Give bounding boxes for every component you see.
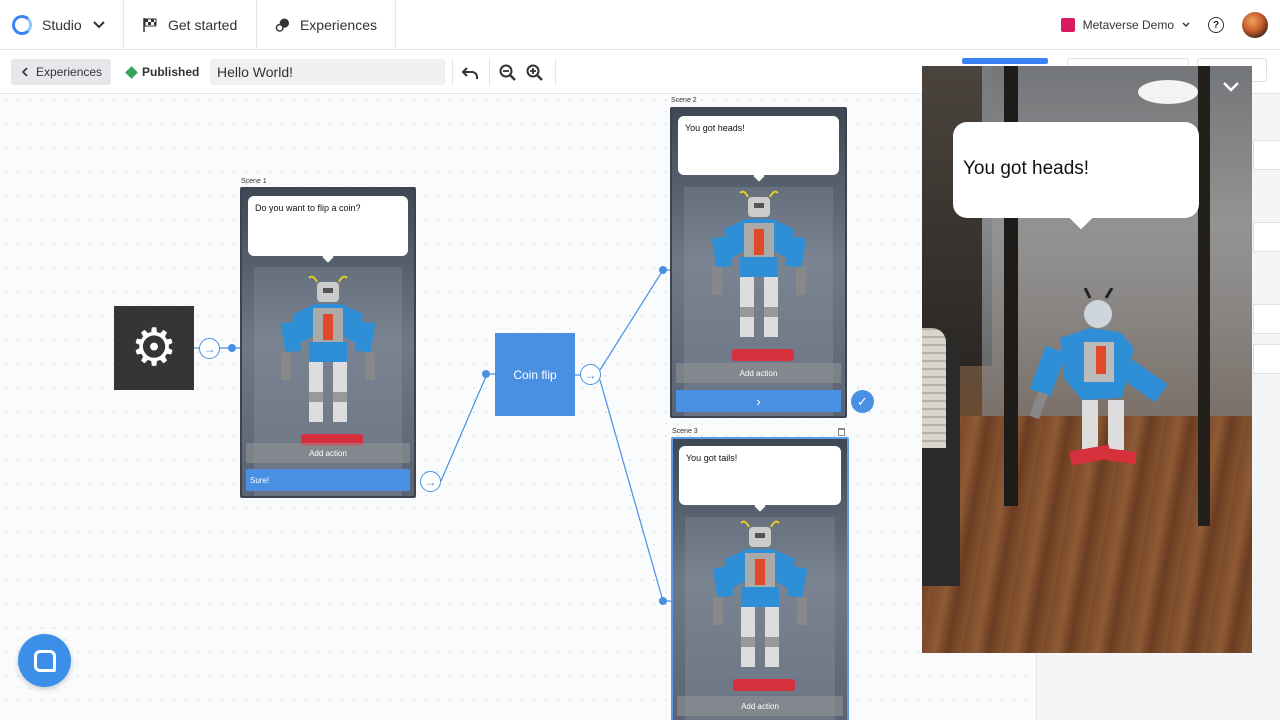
scene1-label: Scene 1 bbox=[241, 178, 267, 185]
nav-experiences[interactable]: Experiences bbox=[257, 0, 396, 50]
published-status-icon bbox=[125, 65, 138, 79]
zoom-out-icon bbox=[499, 64, 516, 81]
scene2-next-button[interactable]: › bbox=[676, 390, 841, 412]
zoom-in-icon bbox=[526, 64, 543, 81]
flow-canvas[interactable]: ⚙ → Scene 1 Do you want to flip a coin? … bbox=[0, 94, 1036, 720]
zoom-out-button[interactable] bbox=[498, 63, 518, 83]
properties-field[interactable] bbox=[1253, 222, 1280, 252]
chevron-left-icon bbox=[21, 67, 28, 77]
chat-icon bbox=[33, 649, 56, 672]
top-nav: Studio Get started Experiences Metaverse… bbox=[0, 0, 1280, 50]
undo-button[interactable] bbox=[460, 63, 480, 83]
scene2-label: Scene 2 bbox=[671, 97, 697, 104]
preview-ceiling-lamp bbox=[1138, 80, 1198, 104]
scene3-node[interactable]: You got tails! Add action bbox=[671, 437, 849, 720]
robot-character bbox=[711, 190, 806, 361]
preview-person-shirt bbox=[922, 328, 946, 448]
ar-robot-character bbox=[1030, 288, 1168, 466]
get-started-label: Get started bbox=[168, 16, 238, 33]
start-trigger-node[interactable]: ⚙ bbox=[114, 306, 194, 390]
robot-character bbox=[712, 520, 808, 691]
collapse-preview-icon[interactable] bbox=[1220, 76, 1242, 98]
studio-label: Studio bbox=[42, 16, 82, 33]
scene2-input-dot[interactable] bbox=[659, 266, 667, 274]
workspace-selector[interactable]: Metaverse Demo bbox=[1060, 18, 1190, 32]
gear-icon: ⚙ bbox=[130, 319, 178, 377]
ar-speech-bubble: You got heads! bbox=[953, 122, 1199, 218]
ar-preview-panel: You got heads! bbox=[922, 66, 1252, 653]
toolbar-divider bbox=[555, 58, 556, 86]
properties-field[interactable] bbox=[1253, 344, 1280, 374]
robot-character bbox=[280, 275, 376, 446]
undo-icon bbox=[461, 67, 478, 79]
workspace-name: Metaverse Demo bbox=[1082, 18, 1174, 32]
chevron-down-icon bbox=[93, 20, 105, 28]
chevron-down-icon bbox=[1182, 22, 1190, 27]
experiences-label: Experiences bbox=[299, 16, 377, 33]
workspace-color-swatch bbox=[1060, 18, 1075, 32]
publish-status-label: Published bbox=[142, 65, 200, 79]
avatar[interactable] bbox=[1242, 12, 1268, 38]
wire bbox=[599, 269, 671, 371]
zoom-in-button[interactable] bbox=[525, 63, 545, 83]
help-icon[interactable]: ? bbox=[1208, 17, 1224, 33]
nav-right: Metaverse Demo ? bbox=[1060, 0, 1280, 50]
experience-title-input[interactable] bbox=[210, 59, 445, 85]
check-icon[interactable]: ✓ bbox=[851, 390, 874, 413]
primary-action-button-edge[interactable] bbox=[962, 58, 1048, 64]
scene3-label: Scene 3 bbox=[672, 428, 698, 435]
chat-support-button[interactable] bbox=[18, 634, 71, 687]
scene2-node[interactable]: You got heads! Add action › bbox=[670, 107, 847, 418]
scene1-choice-button[interactable]: Sure! bbox=[246, 469, 410, 491]
trigger-output-port[interactable]: → bbox=[199, 338, 220, 359]
properties-field[interactable] bbox=[1253, 304, 1280, 334]
studio-logo-icon bbox=[12, 14, 32, 35]
properties-field[interactable] bbox=[1253, 140, 1280, 170]
scene1-add-action[interactable]: Add action bbox=[246, 443, 410, 463]
trash-icon[interactable] bbox=[838, 428, 845, 436]
coin-flip-node[interactable]: Coin flip bbox=[495, 333, 575, 416]
back-to-experiences-button[interactable]: Experiences bbox=[11, 59, 111, 85]
publish-status: Published bbox=[125, 59, 200, 85]
scene3-add-action[interactable]: Add action bbox=[677, 696, 843, 716]
preview-door-frame bbox=[1198, 66, 1210, 526]
toolbar-divider bbox=[452, 58, 453, 86]
nav-get-started[interactable]: Get started bbox=[124, 0, 257, 50]
studio-brand: Studio bbox=[12, 14, 82, 35]
scene1-speech-bubble[interactable]: Do you want to flip a coin? bbox=[248, 196, 408, 256]
wire bbox=[599, 379, 671, 602]
scene2-speech-bubble[interactable]: You got heads! bbox=[678, 116, 839, 175]
scene3-input-dot[interactable] bbox=[659, 597, 667, 605]
checkered-flag-icon bbox=[143, 17, 157, 32]
back-button-label: Experiences bbox=[36, 65, 103, 79]
scene1-node[interactable]: Do you want to flip a coin? Add action S… bbox=[240, 187, 416, 498]
coinflip-input-dot[interactable] bbox=[482, 370, 490, 378]
chevron-down-icon bbox=[1223, 82, 1239, 92]
toolbar-divider bbox=[489, 58, 490, 86]
scene1-output-port[interactable]: → bbox=[420, 471, 441, 492]
wire bbox=[440, 373, 495, 482]
coinflip-output-port[interactable]: → bbox=[580, 364, 601, 385]
scene2-add-action[interactable]: Add action bbox=[676, 363, 841, 383]
experiences-icon bbox=[275, 17, 290, 32]
studio-menu[interactable]: Studio bbox=[0, 0, 124, 50]
scene1-input-dot[interactable] bbox=[228, 344, 236, 352]
scene3-speech-bubble[interactable]: You got tails! bbox=[679, 446, 841, 505]
